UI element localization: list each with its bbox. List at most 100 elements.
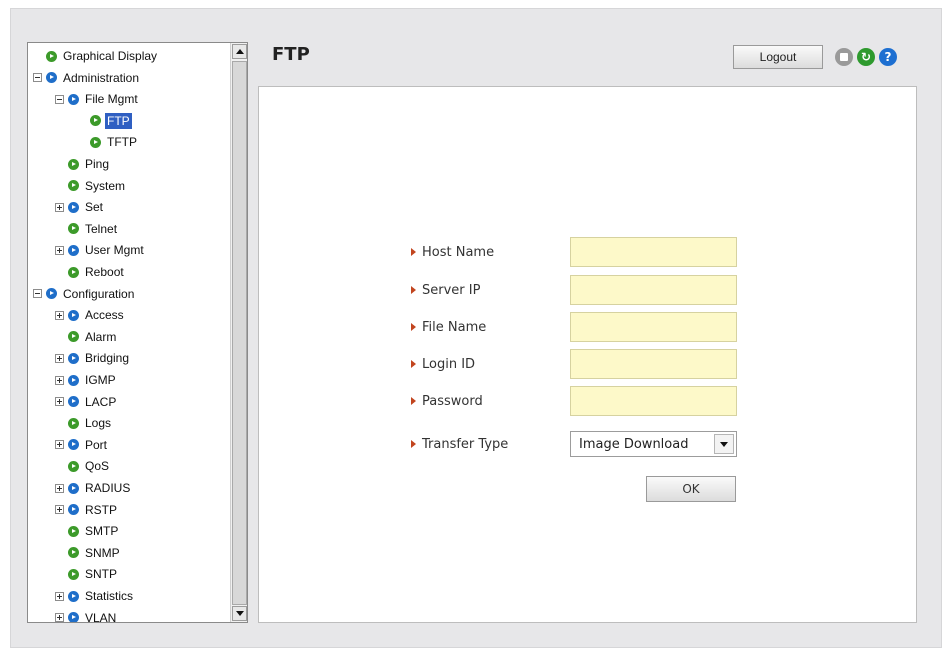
tree-item-graphical-display[interactable]: Graphical Display	[46, 47, 159, 65]
node-bullet-icon	[68, 309, 79, 321]
tree-item-rstp[interactable]: RSTP	[55, 501, 119, 519]
help-icon[interactable]: ?	[879, 48, 897, 66]
node-bullet-icon	[68, 504, 79, 516]
tree-item-snmp[interactable]: SNMP	[68, 544, 122, 562]
tree-item-label: Bridging	[85, 351, 130, 366]
node-bullet-icon	[90, 136, 101, 148]
node-bullet-icon	[68, 612, 79, 622]
tree-item-label: User Mgmt	[85, 243, 144, 258]
tree-item-label: Port	[85, 437, 108, 452]
collapse-icon[interactable]	[33, 73, 42, 83]
ok-button[interactable]: OK	[646, 476, 736, 502]
tree-item-label: SMTP	[85, 524, 119, 539]
tree-item-radius[interactable]: RADIUS	[55, 479, 132, 497]
tree-item-statistics[interactable]: Statistics	[55, 587, 135, 605]
tree-item-configuration[interactable]: Configuration	[33, 285, 136, 303]
tree-item-label: Configuration	[63, 286, 135, 301]
save-icon[interactable]	[835, 48, 853, 66]
logout-button[interactable]: Logout	[733, 45, 823, 69]
tree-item-port[interactable]: Port	[55, 436, 109, 454]
file-name-row: File Name	[259, 312, 916, 342]
tree-item-label: Statistics	[85, 589, 134, 603]
node-bullet-icon	[68, 331, 79, 343]
expand-icon[interactable]	[55, 353, 64, 363]
refresh-icon[interactable]: ↻	[857, 48, 875, 66]
tree-item-igmp[interactable]: IGMP	[55, 371, 118, 389]
expand-icon[interactable]	[55, 397, 64, 407]
tree-item-file-mgmt[interactable]: File Mgmt	[55, 90, 140, 108]
login-id-input[interactable]	[570, 349, 737, 379]
tree-item-ping[interactable]: Ping	[68, 155, 111, 173]
tree-item-label: TFTP	[107, 135, 137, 150]
tree-item-reboot[interactable]: Reboot	[68, 263, 126, 281]
tree-item-bridging[interactable]: Bridging	[55, 349, 131, 367]
node-bullet-icon	[90, 115, 101, 127]
expand-icon[interactable]	[55, 483, 64, 493]
tree-item-label: Reboot	[85, 265, 124, 279]
tree-item-smtp[interactable]: SMTP	[68, 522, 120, 540]
password-label: Password	[411, 386, 483, 416]
node-bullet-icon	[46, 50, 57, 62]
expand-icon[interactable]	[55, 202, 64, 212]
tree-item-sntp[interactable]: SNTP	[68, 565, 119, 583]
tree-item-access[interactable]: Access	[55, 306, 126, 324]
node-bullet-icon	[68, 223, 79, 235]
tree-item-logs[interactable]: Logs	[68, 414, 113, 432]
node-bullet-icon	[68, 568, 79, 580]
login-id-label: Login ID	[411, 349, 475, 379]
node-bullet-icon	[68, 352, 79, 364]
expand-icon[interactable]	[55, 245, 64, 255]
password-input[interactable]	[570, 386, 737, 416]
tree-item-administration[interactable]: Administration	[33, 69, 141, 87]
server-ip-label: Server IP	[411, 275, 480, 305]
tree-item-user-mgmt[interactable]: User Mgmt	[55, 241, 146, 259]
tree-item-set[interactable]: Set	[55, 198, 105, 216]
host-name-row: Host Name	[259, 237, 916, 267]
file-name-input[interactable]	[570, 312, 737, 342]
tree-item-label: Alarm	[85, 329, 117, 344]
node-bullet-icon	[68, 547, 79, 559]
tree-item-vlan[interactable]: VLAN	[55, 609, 118, 623]
tree-scrollbar[interactable]	[230, 43, 247, 622]
scroll-down-arrow-icon[interactable]	[232, 606, 247, 621]
expand-icon[interactable]	[55, 505, 64, 515]
server-ip-row: Server IP	[259, 275, 916, 305]
tree-item-label: IGMP	[85, 373, 116, 387]
tree-item-alarm[interactable]: Alarm	[68, 328, 118, 346]
expand-icon[interactable]	[55, 591, 64, 601]
tree-item-lacp[interactable]: LACP	[55, 393, 118, 411]
transfer-type-select[interactable]: Image Download	[570, 431, 737, 457]
tree-item-label: Set	[85, 200, 104, 215]
scrollbar-thumb[interactable]	[232, 61, 247, 605]
login-id-row: Login ID	[259, 349, 916, 379]
host-name-input[interactable]	[570, 237, 737, 267]
node-bullet-icon	[46, 288, 57, 300]
node-bullet-icon	[68, 266, 79, 278]
file-name-label: File Name	[411, 312, 486, 342]
expand-icon[interactable]	[55, 613, 64, 622]
collapse-icon[interactable]	[55, 94, 64, 104]
tree-item-qos[interactable]: QoS	[68, 457, 111, 475]
tree-item-label: SNMP	[85, 545, 120, 560]
tree-item-label: Administration	[63, 70, 140, 85]
tree-item-label: RSTP	[85, 502, 118, 517]
node-bullet-icon	[46, 72, 57, 84]
expand-icon[interactable]	[55, 440, 64, 450]
chevron-down-icon[interactable]	[714, 434, 734, 454]
tree-item-label: VLAN	[85, 610, 117, 623]
tree-item-label: SNTP	[85, 567, 118, 582]
expand-icon[interactable]	[55, 310, 64, 320]
tree-item-ftp[interactable]: FTP	[90, 112, 132, 130]
tree-item-system[interactable]: System	[68, 177, 127, 195]
tree-item-tftp[interactable]: TFTP	[90, 133, 139, 151]
scroll-up-arrow-icon[interactable]	[232, 44, 247, 59]
server-ip-input[interactable]	[570, 275, 737, 305]
node-bullet-icon	[68, 439, 79, 451]
tree-item-label: Telnet	[85, 221, 118, 236]
tree-item-label: RADIUS	[85, 481, 131, 495]
tree-item-telnet[interactable]: Telnet	[68, 220, 119, 238]
node-bullet-icon	[68, 244, 79, 256]
expand-icon[interactable]	[55, 375, 64, 385]
collapse-icon[interactable]	[33, 289, 42, 299]
node-bullet-icon	[68, 525, 79, 537]
